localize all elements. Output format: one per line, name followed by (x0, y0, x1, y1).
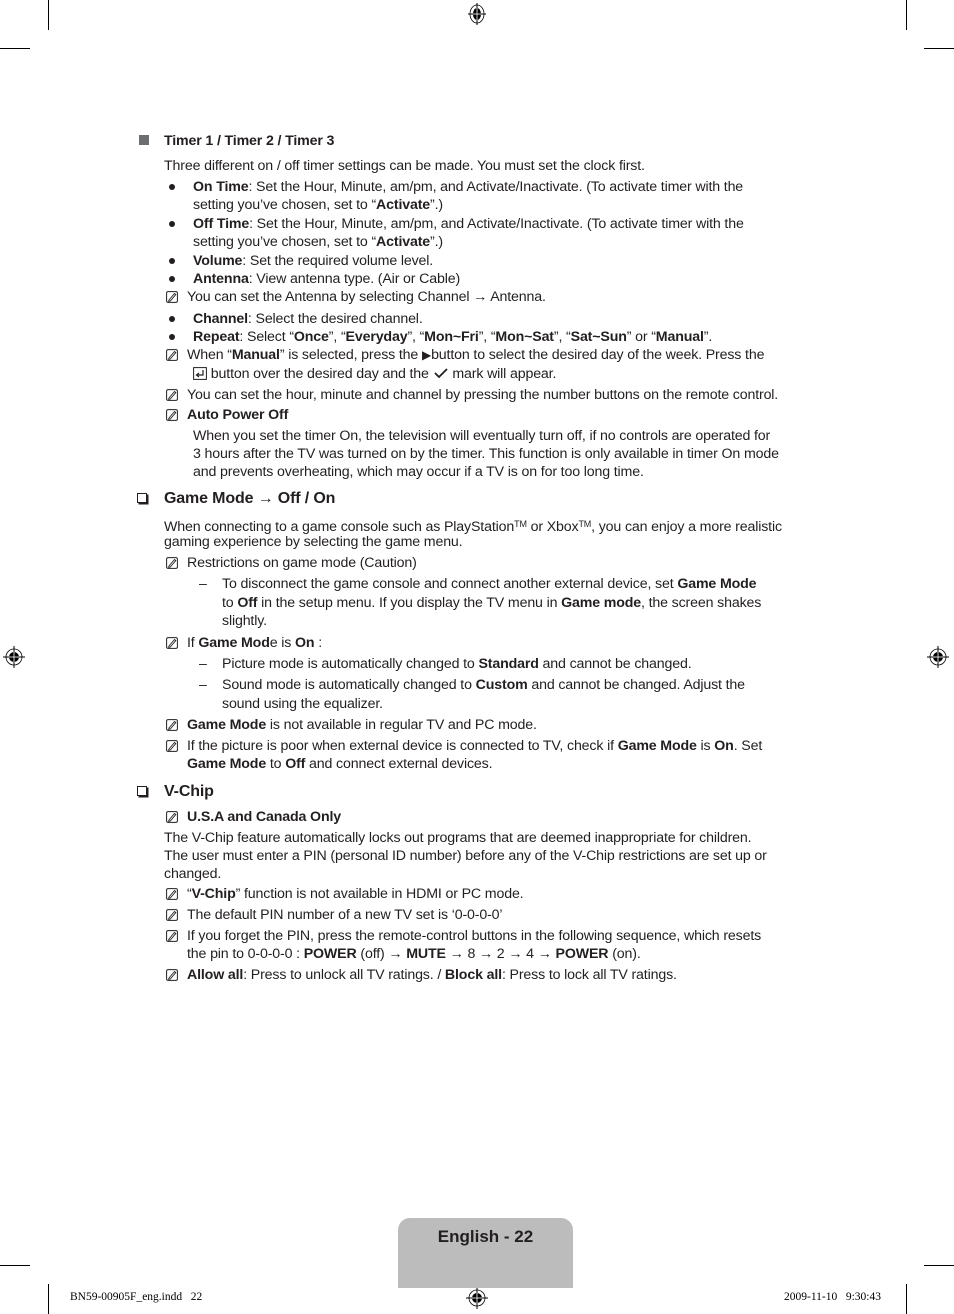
note-icon (166, 930, 178, 942)
antenna-item: Antenna: View antenna type. (Air or Cabl… (193, 271, 461, 287)
crop-mark (0, 48, 30, 49)
off-time-item-cont: setting you’ve chosen, set to “Activate”… (193, 234, 443, 250)
note-icon (166, 349, 178, 361)
note-icon (166, 637, 178, 649)
vchip-desc: The V-Chip feature automatically locks o… (164, 830, 752, 846)
crop-mark (924, 48, 954, 49)
crop-mark (906, 0, 907, 30)
repeat-item: Repeat: Select “Once”, “Everyday”, “Mon~… (193, 329, 713, 345)
timer-intro: Three different on / off timer settings … (164, 158, 645, 174)
note-icon (166, 740, 178, 752)
checkbox-bullet-icon (137, 786, 147, 796)
auto-power-off-text: and prevents overheating, which may occu… (193, 464, 644, 480)
game-mode-intro-cont: gaming experience by selecting the game … (164, 534, 463, 550)
registration-mark-icon (3, 646, 25, 668)
sound-mode-item-cont: sound using the equalizer. (222, 696, 383, 712)
channel-item: Channel: Select the desired channel. (193, 311, 423, 327)
note-icon (166, 409, 178, 421)
crop-mark (48, 1284, 49, 1314)
note-icon (166, 291, 178, 303)
forget-pin-note: If you forget the PIN, press the remote-… (187, 928, 762, 944)
antenna-note: You can set the Antenna by selecting Cha… (187, 289, 546, 305)
on-time-item: On Time: Set the Hour, Minute, am/pm, an… (193, 179, 744, 195)
game-mode-heading: Game Mode → Off / On (164, 490, 336, 507)
manual-note-cont: button over the desired day and the mark… (193, 365, 556, 383)
slug-filename: BN59-00905F_eng.indd 22 (70, 1291, 203, 1303)
off-time-item: Off Time: Set the Hour, Minute, am/pm, a… (193, 216, 744, 232)
hdmi-note: “V-Chip” function is not available in HD… (187, 886, 524, 902)
auto-power-off-text: When you set the timer On, the televisio… (193, 428, 771, 444)
manual-note: When “Manual” is selected, press the ▶bu… (187, 347, 765, 363)
dash-bullet: – (199, 576, 207, 592)
vchip-heading: V-Chip (164, 783, 214, 800)
volume-item: Volume: Set the required volume level. (193, 253, 434, 269)
checkbox-bullet-icon (137, 493, 147, 503)
picture-mode-item: Picture mode is automatically changed to… (222, 656, 692, 672)
play-arrow-icon: ▶ (421, 348, 432, 362)
allow-block-note: Allow all: Press to unlock all TV rating… (187, 967, 677, 983)
crop-mark (48, 0, 49, 30)
slug-timestamp: 2009-11-10 9:30:43 (784, 1291, 881, 1303)
auto-power-off-heading: Auto Power Off (187, 407, 289, 423)
default-pin-note: The default PIN number of a new TV set i… (187, 907, 503, 923)
section-square-bullet (139, 135, 149, 145)
restriction-item-cont: slightly. (222, 613, 267, 629)
poor-picture-note-cont: Game Mode to Off and connect external de… (187, 756, 493, 772)
bullet-icon (169, 334, 175, 340)
vchip-region-note: U.S.A and Canada Only (187, 809, 341, 825)
registration-mark-icon (927, 646, 949, 668)
dash-bullet: – (199, 656, 207, 672)
crop-mark (0, 1265, 30, 1266)
forget-pin-note-cont: the pin to 0-0-0-0 : POWER (off) → MUTE … (187, 946, 641, 962)
note-icon (166, 969, 178, 981)
note-icon (166, 389, 178, 401)
restriction-item: To disconnect the game console and conne… (222, 576, 757, 592)
note-icon (166, 719, 178, 731)
vchip-desc: The user must enter a PIN (personal ID n… (164, 848, 767, 864)
crop-mark (924, 1265, 954, 1266)
timer-heading: Timer 1 / Timer 2 / Timer 3 (164, 133, 335, 149)
registration-mark-icon (468, 3, 486, 25)
dash-bullet: – (199, 677, 207, 693)
bullet-icon (169, 276, 175, 282)
bullet-icon (169, 184, 175, 190)
crop-mark (906, 1284, 907, 1314)
note-icon (166, 888, 178, 900)
number-buttons-note: You can set the hour, minute and channel… (187, 387, 779, 403)
if-game-mode-on-note: If Game Mode is On : (187, 635, 322, 651)
bullet-icon (169, 221, 175, 227)
on-time-item-cont: setting you’ve chosen, set to “Activate”… (193, 197, 443, 213)
note-icon (166, 557, 178, 569)
page-number-label: English - 22 (437, 1227, 534, 1246)
restriction-item-cont: to Off in the setup menu. If you display… (222, 595, 762, 611)
note-icon (166, 811, 178, 823)
bullet-icon (169, 316, 175, 322)
not-available-note: Game Mode is not available in regular TV… (187, 717, 537, 733)
bullet-icon (169, 258, 175, 264)
note-icon (166, 909, 178, 921)
auto-power-off-text: 3 hours after the TV was turned on by th… (193, 446, 779, 462)
poor-picture-note: If the picture is poor when external dev… (187, 738, 763, 754)
enter-button-icon (193, 367, 207, 380)
vchip-desc: changed. (164, 866, 222, 882)
registration-mark-icon (466, 1287, 488, 1309)
restrictions-note: Restrictions on game mode (Caution) (187, 555, 417, 571)
checkmark-icon (433, 368, 448, 379)
sound-mode-item: Sound mode is automatically changed to C… (222, 677, 745, 693)
